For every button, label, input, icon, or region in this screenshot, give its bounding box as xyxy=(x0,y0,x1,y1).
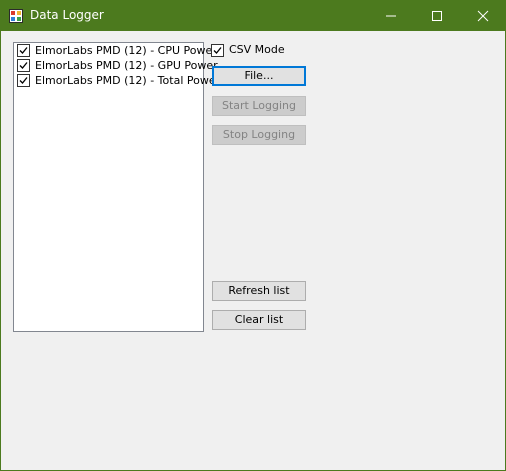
list-item-label: ElmorLabs PMD (12) - CPU Power xyxy=(35,44,217,57)
close-icon xyxy=(477,10,489,22)
checkmark-icon xyxy=(19,47,28,54)
minimize-icon xyxy=(386,15,396,17)
stop-logging-button[interactable]: Stop Logging xyxy=(212,125,306,145)
file-button[interactable]: File... xyxy=(212,66,306,86)
item-checkbox[interactable] xyxy=(17,44,30,57)
csv-mode-checkbox[interactable] xyxy=(211,44,224,57)
app-icon xyxy=(9,8,23,23)
checkmark-icon xyxy=(213,47,222,54)
list-item[interactable]: ElmorLabs PMD (12) - Total Power xyxy=(16,73,220,88)
maximize-icon xyxy=(432,11,442,21)
title-bar[interactable]: Data Logger xyxy=(0,0,506,31)
client-area: ElmorLabs PMD (12) - CPU Power ElmorLabs… xyxy=(1,31,505,470)
item-checkbox[interactable] xyxy=(17,74,30,87)
list-item[interactable]: ElmorLabs PMD (12) - CPU Power xyxy=(16,43,217,58)
sensor-checked-list[interactable]: ElmorLabs PMD (12) - CPU Power ElmorLabs… xyxy=(13,42,220,332)
start-logging-button[interactable]: Start Logging xyxy=(212,96,306,116)
item-checkbox[interactable] xyxy=(17,59,30,72)
list-item-label: ElmorLabs PMD (12) - GPU Power xyxy=(35,59,218,72)
window-title: Data Logger xyxy=(30,8,104,22)
maximize-button[interactable] xyxy=(414,0,460,31)
list-item-label: ElmorLabs PMD (12) - Total Power xyxy=(35,74,221,87)
csv-mode-label[interactable]: CSV Mode xyxy=(229,43,285,57)
list-item[interactable]: ElmorLabs PMD (12) - GPU Power xyxy=(16,58,218,73)
close-button[interactable] xyxy=(460,0,506,31)
refresh-list-button[interactable]: Refresh list xyxy=(212,281,306,301)
minimize-button[interactable] xyxy=(368,0,414,31)
data-logger-window: Data Logger ElmorLabs PMD (12) - CPU Pow… xyxy=(0,0,506,471)
checkmark-icon xyxy=(19,77,28,84)
checkmark-icon xyxy=(19,62,28,69)
clear-list-button[interactable]: Clear list xyxy=(212,310,306,330)
